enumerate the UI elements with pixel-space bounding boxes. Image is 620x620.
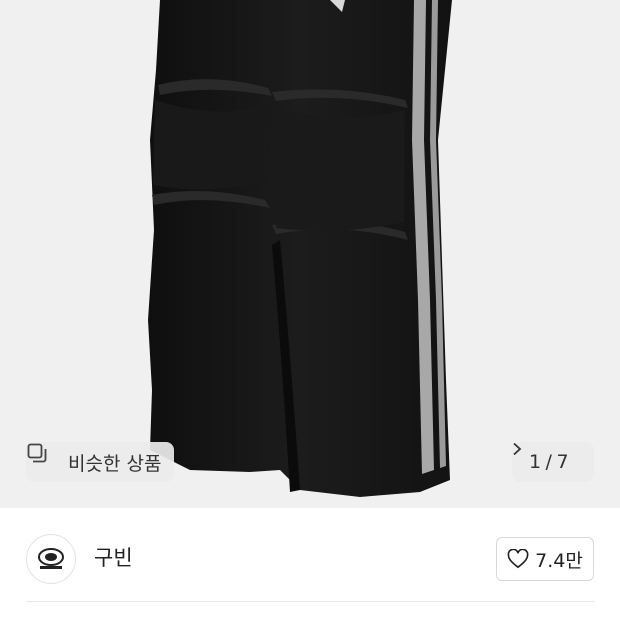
product-image-carousel[interactable]: 비슷한 상품 1 / 7 (0, 0, 620, 508)
heart-outline-icon (507, 549, 529, 569)
similar-items-icon (27, 443, 60, 473)
shop-logo-icon (38, 548, 64, 569)
shop-avatar[interactable] (26, 534, 76, 584)
like-count: 7.4만 (535, 549, 583, 572)
similar-items-button[interactable]: 비슷한 상품 (26, 442, 174, 482)
shop-name[interactable]: 구빈 (94, 542, 133, 572)
like-button[interactable]: 7.4만 (496, 537, 594, 581)
section-divider (26, 601, 594, 602)
seller-info-bar: 구빈 7.4만 (0, 508, 620, 600)
similar-items-label: 비슷한 상품 (68, 452, 162, 475)
image-pager-button[interactable]: 1 / 7 (512, 442, 594, 482)
total-image-count: 7 (556, 451, 570, 473)
product-photo-pants (148, 0, 452, 497)
pager-separator: / (545, 451, 553, 473)
current-image-index: 1 (528, 451, 542, 473)
